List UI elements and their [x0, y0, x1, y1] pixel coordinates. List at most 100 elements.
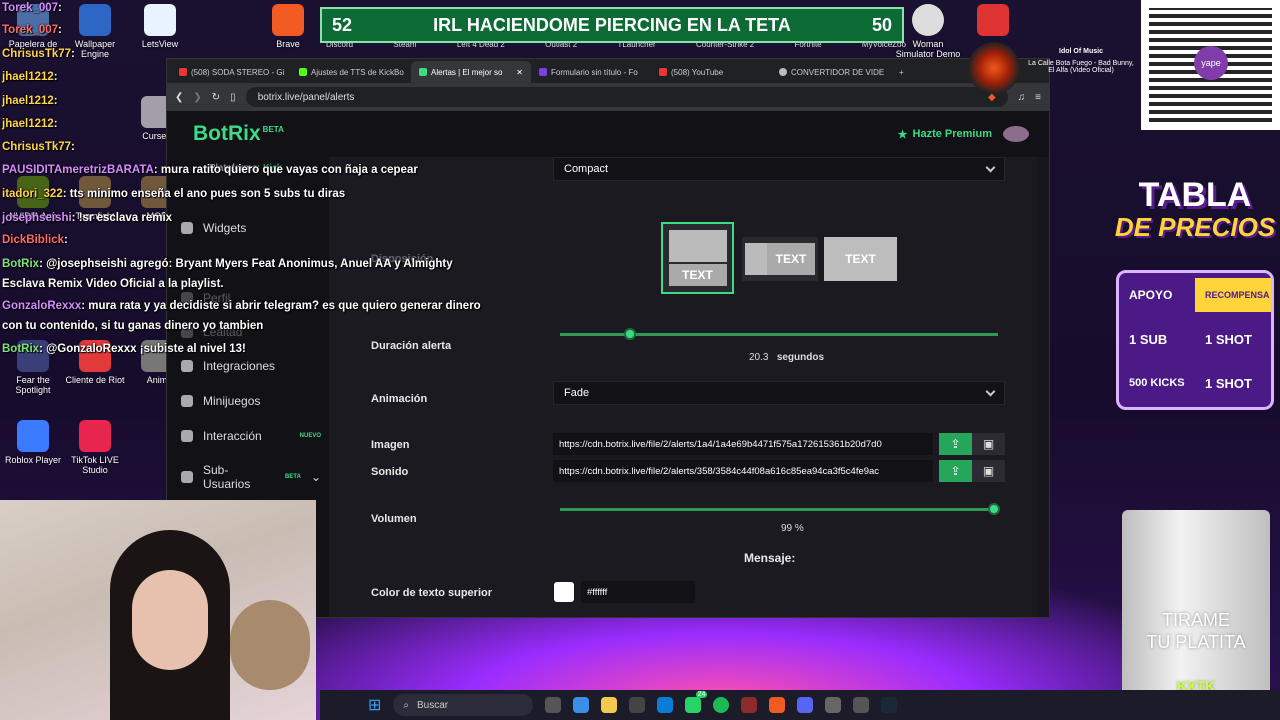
- gallery-sound-button[interactable]: ▣: [972, 460, 1005, 482]
- webcam-feed: [0, 500, 316, 720]
- reload-icon[interactable]: ↻: [212, 92, 220, 103]
- gallery-image-button[interactable]: ▣: [972, 433, 1005, 455]
- address-bar: ❮ ❯ ↻ ▯ botrix.live/panel/alerts ◆ ♫ ≡: [167, 83, 1049, 111]
- edge-icon[interactable]: [657, 697, 674, 713]
- sidebar-item-integraciones[interactable]: Integraciones: [181, 359, 329, 373]
- sonido-url-field[interactable]: https://cdn.botrix.live/file/2/alerts/35…: [553, 460, 933, 482]
- image-placeholder-icon: [668, 230, 727, 262]
- tab-soda-stereo[interactable]: (508) SODA STEREO - Gi: [171, 61, 291, 83]
- image-placeholder-icon: [745, 243, 767, 275]
- color-texto-label: Color de texto superior: [371, 587, 493, 599]
- app-icon[interactable]: [853, 697, 870, 713]
- chat-text: :: [58, 2, 62, 14]
- upload-icon: ⇪: [950, 464, 961, 478]
- imagen-url-field[interactable]: https://cdn.botrix.live/file/2/alerts/1a…: [553, 433, 933, 455]
- volumen-slider-handle[interactable]: [987, 503, 1000, 515]
- chat-message: Esclava Remix Video Oficial a la playlis…: [2, 278, 224, 290]
- volumen-label: Volumen: [371, 513, 417, 525]
- windows-start-icon[interactable]: ⊞: [368, 695, 381, 715]
- chat-message: itadori_322: tts minimo enseña el ano pu…: [2, 188, 345, 200]
- gamepad-icon: [181, 395, 193, 407]
- avatar[interactable]: [1003, 126, 1029, 142]
- chat-text: :: [58, 24, 62, 36]
- desktop-icon-roblox[interactable]: Roblox Player: [0, 420, 66, 465]
- music-icon: [181, 430, 193, 442]
- layout-text-label: TEXT: [767, 243, 815, 275]
- tip-cup-overlay: TIRAME TU PLATITA KXTK: [1122, 510, 1270, 710]
- bookmark-icon[interactable]: ▯: [230, 92, 236, 103]
- chat-username: ChrisusTk77: [2, 48, 72, 60]
- kick-icon: [299, 68, 307, 76]
- plug-icon: [181, 360, 193, 372]
- spotify-icon[interactable]: [713, 697, 730, 713]
- chevron-down-icon[interactable]: ⌄: [311, 470, 321, 484]
- whatsapp-icon[interactable]: 24: [685, 691, 708, 713]
- layout-text-label: TEXT: [668, 264, 727, 286]
- tab-tts-settings[interactable]: Ajustes de TTS de KickBo: [291, 61, 411, 83]
- taskbar: ⊞ ⌕ Buscar 24: [320, 690, 1280, 720]
- chat-message: GonzaloRexxx: mura rata y ya decidiste s…: [2, 300, 481, 312]
- teddy-bear: [230, 600, 310, 690]
- animacion-select[interactable]: Fade: [553, 381, 1005, 405]
- back-icon[interactable]: ❮: [175, 92, 183, 103]
- desktop-icon-maps[interactable]: [960, 4, 1026, 39]
- duracion-slider-handle[interactable]: [624, 328, 637, 340]
- chat-message: con tu contenido, si tu ganas dinero yo …: [2, 320, 263, 332]
- discord-icon[interactable]: [797, 697, 814, 713]
- yape-logo: yape: [1194, 46, 1228, 80]
- new-tab-button[interactable]: +: [891, 61, 921, 83]
- chat-username: jhael1212: [2, 118, 54, 130]
- file-explorer-icon[interactable]: [601, 697, 618, 713]
- copilot-icon[interactable]: [573, 697, 590, 713]
- layout-select[interactable]: Compact: [553, 157, 1005, 181]
- desktop-icon-brave[interactable]: Brave: [255, 4, 321, 49]
- price-table-header: APOYO RECOMPENSA: [1119, 273, 1271, 317]
- steam-icon[interactable]: [881, 697, 898, 713]
- chat-text: :: [53, 71, 58, 83]
- chat-message: BotRix: @josephseishi agregó: Bryant Mye…: [2, 258, 453, 270]
- tab-alertas[interactable]: Alertas | El mejor so ✕: [411, 61, 531, 83]
- sidebar-item-widgets[interactable]: Widgets: [181, 221, 329, 235]
- task-view-icon[interactable]: [545, 697, 562, 713]
- tab-convertidor[interactable]: CONVERTIDOR DE VIDE: [771, 61, 891, 83]
- close-tab-icon[interactable]: ✕: [516, 68, 523, 77]
- layout-option-stacked[interactable]: TEXT: [661, 222, 734, 294]
- game-icon[interactable]: [741, 697, 758, 713]
- url-field[interactable]: botrix.live/panel/alerts ◆: [245, 87, 1008, 107]
- sidebar-item-interaccion[interactable]: Interacción NUEVO: [181, 429, 329, 443]
- upload-sound-button[interactable]: ⇪: [939, 460, 972, 482]
- chat-message: ChrisusTk77:: [2, 48, 75, 60]
- forward-icon[interactable]: ❯: [193, 92, 201, 103]
- volumen-slider[interactable]: [560, 508, 998, 511]
- youtube-icon: [179, 68, 187, 76]
- taskbar-search[interactable]: ⌕ Buscar: [393, 694, 534, 716]
- layout-option-side[interactable]: TEXT: [742, 237, 818, 281]
- users-icon: [181, 471, 193, 483]
- botrix-logo[interactable]: BotRix BETA: [193, 122, 284, 146]
- desktop-icon-tiktok-live[interactable]: TikTok LIVE Studio: [62, 420, 128, 475]
- store-icon[interactable]: [629, 697, 646, 713]
- color-swatch[interactable]: [554, 582, 574, 602]
- sidebar-item-minijuegos[interactable]: Minijuegos: [181, 394, 329, 408]
- chevron-down-icon: [985, 386, 996, 396]
- upload-image-button[interactable]: ⇪: [939, 433, 972, 455]
- tab-youtube[interactable]: (508) YouTube: [651, 61, 771, 83]
- sidebar-item-subusuarios[interactable]: Sub-Usuarios BETA ⌄: [181, 463, 329, 491]
- volumen-value: 99 %: [781, 523, 804, 534]
- price-table: APOYO RECOMPENSA 1 SUB 1 SHOT 500 KICKS 1 S…: [1116, 270, 1274, 410]
- chat-text: : tts minimo enseña el ano pues son 5 su…: [62, 188, 346, 200]
- layout-option-overlay[interactable]: TEXT: [824, 237, 897, 281]
- premium-button[interactable]: ★ Hazte Premium: [898, 126, 1029, 142]
- desktop-icon-letsview[interactable]: LetsView: [127, 4, 193, 49]
- tab-formulario[interactable]: Formulario sin título - Fo: [531, 61, 651, 83]
- color-hex-field[interactable]: #ffffff: [581, 581, 695, 603]
- chat-text: :: [64, 234, 68, 246]
- app-icon[interactable]: [825, 697, 842, 713]
- globe-icon: [779, 68, 787, 76]
- chat-username: Torek_007: [2, 2, 59, 14]
- chat-text: : !sr esclava remix: [71, 212, 173, 224]
- desktop-icon-woman-simulator[interactable]: Woman Simulator Demo: [895, 4, 961, 59]
- now-playing-widget: Idol Of Music La Calle Bota Fuego - Bad …: [968, 42, 1138, 94]
- chat-message: josephseishi: !sr esclava remix: [2, 212, 172, 224]
- brave-icon[interactable]: [769, 697, 786, 713]
